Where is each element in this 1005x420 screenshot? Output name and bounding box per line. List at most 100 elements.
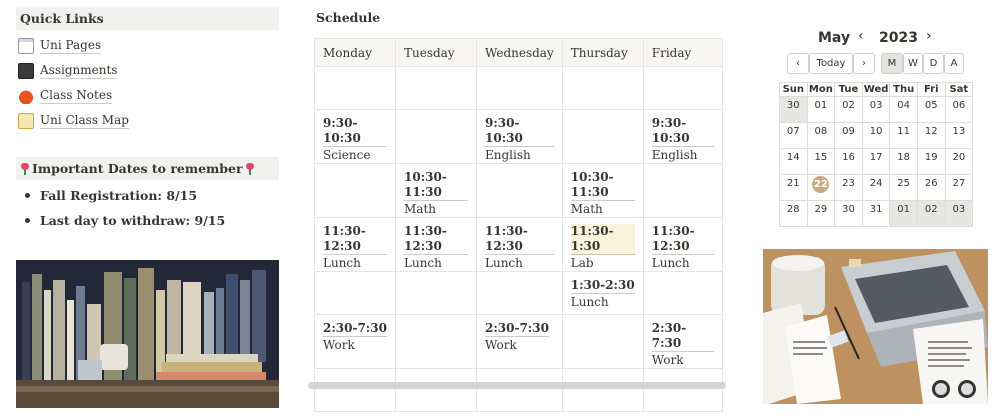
calendar-day[interactable]: 13 xyxy=(944,122,974,149)
calendar-day[interactable]: 23 xyxy=(834,174,863,201)
schedule-cell[interactable] xyxy=(395,271,477,315)
column-header-friday[interactable]: Friday xyxy=(642,38,723,67)
quick-link-class-notes[interactable]: Class Notes xyxy=(18,83,129,108)
quick-link-label[interactable]: Uni Pages xyxy=(40,38,102,54)
calendar-day[interactable]: 17 xyxy=(861,148,891,175)
calendar-day[interactable]: 03 xyxy=(944,200,974,227)
column-header-tuesday[interactable]: Tuesday xyxy=(395,38,477,67)
today-button[interactable]: Today xyxy=(809,53,853,74)
schedule-cell[interactable] xyxy=(476,163,563,218)
schedule-cell[interactable]: 10:30-11:30 Math xyxy=(561,163,644,218)
prev-button[interactable]: ‹ xyxy=(787,53,809,74)
quick-link-label[interactable]: Class Notes xyxy=(40,88,113,104)
calendar-day[interactable]: 18 xyxy=(889,148,918,175)
calendar-day[interactable]: 10 xyxy=(861,122,891,149)
calendar-day[interactable]: 04 xyxy=(889,96,918,123)
schedule-cell[interactable]: 11:30-12:30 Lunch xyxy=(395,217,477,272)
calendar-day[interactable]: 02 xyxy=(834,96,863,123)
quick-link-uni-pages[interactable]: Uni Pages xyxy=(18,33,129,58)
class-name: Work xyxy=(485,338,517,352)
calendar-day[interactable]: 19 xyxy=(916,148,946,175)
schedule-cell[interactable] xyxy=(476,271,563,315)
schedule-cell[interactable]: 2:30-7:30 Work xyxy=(314,314,396,369)
schedule-cell[interactable] xyxy=(476,368,563,412)
day-number: 21 xyxy=(786,178,800,189)
class-time: 11:30-12:30 xyxy=(485,224,554,255)
schedule-cell[interactable] xyxy=(642,368,723,412)
schedule-cell[interactable] xyxy=(561,368,644,412)
calendar-day[interactable]: 22 xyxy=(806,174,836,201)
chevron-right-icon[interactable]: › xyxy=(926,28,932,44)
view-month-button[interactable]: M xyxy=(881,53,903,74)
schedule-cell[interactable] xyxy=(314,163,396,218)
schedule-cell[interactable]: 9:30- 10:30 English xyxy=(642,109,723,164)
calendar-day[interactable]: 21 xyxy=(779,174,808,201)
quick-link-label[interactable]: Assignments xyxy=(40,63,118,79)
schedule-cell[interactable] xyxy=(642,163,723,218)
calendar-day[interactable]: 24 xyxy=(861,174,891,201)
chevron-left-icon[interactable]: ‹ xyxy=(858,28,864,44)
calendar-day[interactable]: 14 xyxy=(779,148,808,175)
schedule-cell[interactable] xyxy=(642,271,723,315)
schedule-cell[interactable] xyxy=(476,66,563,110)
column-header-monday[interactable]: Monday xyxy=(314,38,396,67)
horizontal-scrollbar[interactable] xyxy=(308,382,726,389)
schedule-cell[interactable]: 9:30- 10:30 English xyxy=(476,109,563,164)
schedule-cell[interactable] xyxy=(395,66,477,110)
calendar-day[interactable]: 25 xyxy=(889,174,918,201)
schedule-cell[interactable]: 2:30-7:30 Work xyxy=(642,314,723,369)
calendar-day[interactable]: 26 xyxy=(916,174,946,201)
column-header-thursday[interactable]: Thursday xyxy=(561,38,644,67)
quick-link-assignments[interactable]: Assignments xyxy=(18,58,129,83)
schedule-cell[interactable] xyxy=(561,314,644,369)
schedule-cell[interactable] xyxy=(395,368,477,412)
view-week-button[interactable]: W xyxy=(903,53,923,74)
calendar-day[interactable]: 08 xyxy=(806,122,836,149)
schedule-cell[interactable] xyxy=(395,314,477,369)
calendar-day[interactable]: 15 xyxy=(806,148,836,175)
calendar-day[interactable]: 28 xyxy=(779,200,808,227)
schedule-cell[interactable] xyxy=(561,66,644,110)
schedule-cell[interactable]: 11:30-1:30 Lab xyxy=(561,217,644,272)
calendar-day[interactable]: 30 xyxy=(779,96,808,123)
quick-link-label[interactable]: Uni Class Map xyxy=(40,113,129,129)
day-number: 26 xyxy=(924,178,938,189)
calendar-day[interactable]: 09 xyxy=(834,122,863,149)
calendar-day[interactable]: 31 xyxy=(861,200,891,227)
calendar-day[interactable]: 07 xyxy=(779,122,808,149)
calendar-day[interactable]: 30 xyxy=(834,200,863,227)
calendar-day[interactable]: 06 xyxy=(944,96,974,123)
schedule-cell[interactable] xyxy=(395,109,477,164)
calendar-day[interactable]: 11 xyxy=(889,122,918,149)
calendar-day[interactable]: 27 xyxy=(944,174,974,201)
calendar-day[interactable]: 01 xyxy=(806,96,836,123)
quick-link-uni-class-map[interactable]: Uni Class Map xyxy=(18,108,129,133)
calendar-day[interactable]: 16 xyxy=(834,148,863,175)
calendar-day[interactable]: 20 xyxy=(944,148,974,175)
schedule-row: 11:30-12:30 Lunch 11:30-12:30 Lunch 11:30-12… xyxy=(314,217,723,272)
schedule-cell[interactable]: 11:30-12:30 Lunch xyxy=(642,217,723,272)
calendar-day[interactable]: 05 xyxy=(916,96,946,123)
calendar-day[interactable]: 29 xyxy=(806,200,836,227)
calendar-day[interactable]: 01 xyxy=(889,200,918,227)
calendar-day[interactable]: 03 xyxy=(861,96,891,123)
next-button[interactable]: › xyxy=(853,53,875,74)
schedule-cell[interactable]: 1:30-2:30 Lunch xyxy=(561,271,644,315)
schedule-cell[interactable]: 10:30-11:30 Math xyxy=(395,163,477,218)
schedule-cell[interactable]: 11:30-12:30 Lunch xyxy=(314,217,396,272)
calendar-day[interactable]: 02 xyxy=(916,200,946,227)
schedule-cell[interactable] xyxy=(314,368,396,412)
view-agenda-button[interactable]: A xyxy=(944,53,964,74)
schedule-cell[interactable] xyxy=(561,109,644,164)
day-number: 25 xyxy=(897,178,911,189)
important-dates-header: Important Dates to remember xyxy=(16,157,279,180)
column-header-wednesday[interactable]: Wednesday xyxy=(476,38,563,67)
calendar-day[interactable]: 12 xyxy=(916,122,946,149)
schedule-cell[interactable]: 11:30-12:30 Lunch xyxy=(476,217,563,272)
schedule-cell[interactable]: 9:30- 10:30 Science xyxy=(314,109,396,164)
schedule-cell[interactable]: 2:30-7:30 Work xyxy=(476,314,563,369)
schedule-cell[interactable] xyxy=(314,271,396,315)
view-day-button[interactable]: D xyxy=(923,53,944,74)
schedule-cell[interactable] xyxy=(314,66,396,110)
schedule-cell[interactable] xyxy=(642,66,723,110)
